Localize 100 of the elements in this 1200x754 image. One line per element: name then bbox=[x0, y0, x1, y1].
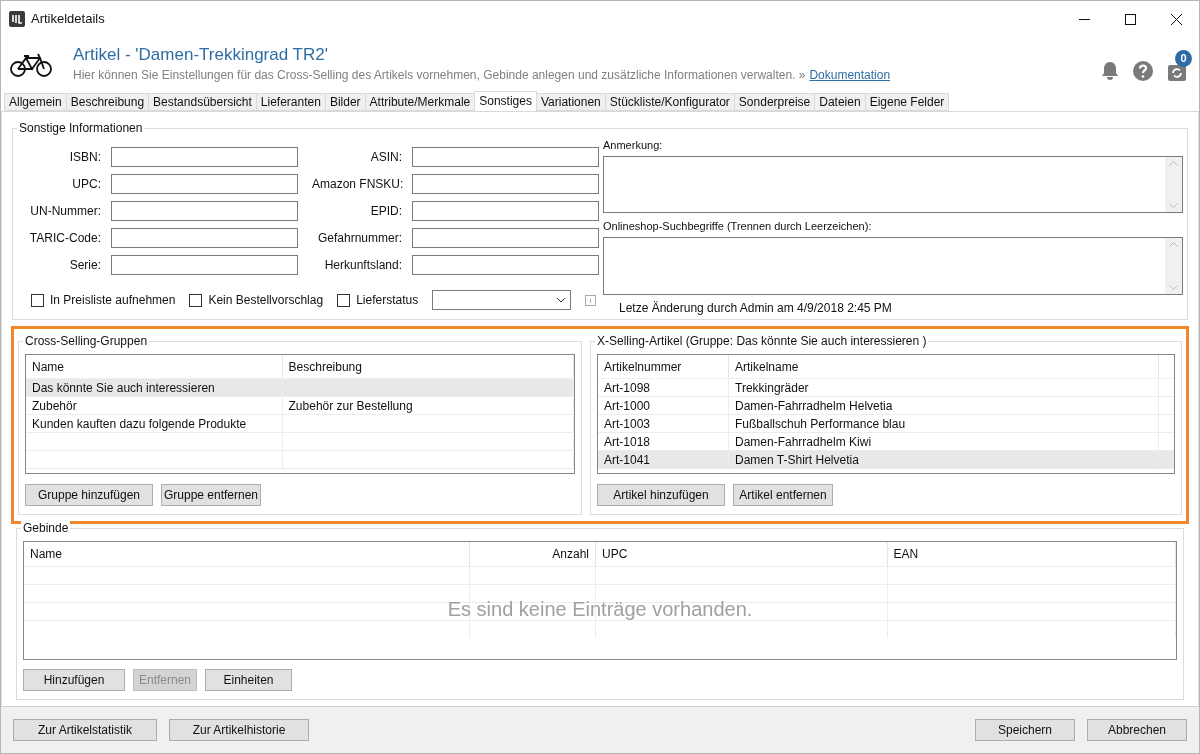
tab[interactable]: Eigene Felder bbox=[864, 93, 950, 111]
column-header[interactable]: EAN bbox=[887, 542, 1176, 566]
table-row[interactable]: Zubehör Zubehör zur Bestellung bbox=[26, 397, 574, 415]
app-logo-icon bbox=[9, 11, 25, 27]
button[interactable]: Artikel hinzufügen bbox=[597, 484, 725, 506]
column-header[interactable]: Name bbox=[26, 355, 283, 378]
column-header[interactable]: Artikelname bbox=[729, 355, 1159, 378]
button[interactable]: Zur Artikelstatistik bbox=[13, 719, 157, 741]
button[interactable]: Hinzufügen bbox=[23, 669, 125, 691]
table-cell-text: Damen-Fahrradhelm Helvetia bbox=[735, 397, 893, 415]
column-header[interactable]: Beschreibung bbox=[282, 355, 574, 378]
table-cell-text: Art-1098 bbox=[604, 379, 651, 397]
button[interactable]: Abbrechen bbox=[1087, 719, 1187, 741]
field-label: UN-Nummer: bbox=[29, 203, 101, 220]
input-field[interactable] bbox=[412, 201, 599, 221]
checkbox-label: In Preisliste aufnehmen bbox=[50, 292, 176, 309]
table-row[interactable]: Art-1000 Damen-Fahrradhelm Helvetia bbox=[598, 397, 1174, 415]
help-icon[interactable] bbox=[1133, 61, 1153, 81]
input-field[interactable] bbox=[412, 147, 599, 167]
tab[interactable]: Variationen bbox=[535, 93, 606, 111]
notification-badge: 0 bbox=[1175, 50, 1192, 67]
column-header[interactable]: Artikelnummer bbox=[598, 355, 729, 378]
field-label: ISBN: bbox=[68, 149, 101, 166]
tab[interactable]: Sonstiges bbox=[474, 91, 537, 111]
table-cell-text: Kunden kauften dazu folgende Produkte bbox=[32, 415, 247, 433]
sync-icon[interactable] bbox=[1167, 62, 1187, 82]
button[interactable]: Artikel entfernen bbox=[733, 484, 833, 506]
table-row[interactable]: Art-1098 Trekkingräder bbox=[598, 379, 1174, 397]
button[interactable]: Zur Artikelhistorie bbox=[169, 719, 309, 741]
input-field[interactable] bbox=[111, 255, 298, 275]
tab[interactable]: Sonderpreise bbox=[733, 93, 816, 111]
input-field[interactable] bbox=[111, 201, 298, 221]
button[interactable]: Gruppe hinzufügen bbox=[25, 484, 153, 506]
table-row[interactable]: Das könnte Sie auch interessieren bbox=[26, 379, 574, 397]
tab[interactable]: Bestandsübersicht bbox=[148, 93, 257, 111]
field-label: ASIN: bbox=[369, 149, 402, 166]
header-description: Hier können Sie Einstellungen für das Cross-Selling des Artikels vornehmen, Gebinde anlegen und zusätzliche Informationen verwalten. » bbox=[73, 67, 806, 84]
input-field[interactable] bbox=[111, 174, 298, 194]
column-header[interactable]: Name bbox=[24, 542, 471, 566]
tab[interactable]: Stückliste/Konfigurator bbox=[604, 93, 735, 111]
field-label: Amazon FNSKU: bbox=[312, 176, 402, 193]
table-row[interactable]: Kunden kauften dazu folgende Produkte bbox=[26, 415, 574, 433]
tab[interactable]: Allgemein bbox=[4, 93, 67, 111]
chevron-down-icon bbox=[556, 297, 567, 303]
field-label: Herkunftsland: bbox=[323, 257, 402, 274]
table-row[interactable]: Art-1003 Fußballschuh Performance blau bbox=[598, 415, 1174, 433]
input-field[interactable] bbox=[111, 228, 298, 248]
table-cell-text: Art-1003 bbox=[604, 415, 651, 433]
table-cell-text: Damen T-Shirt Helvetia bbox=[735, 451, 859, 469]
minimize-icon bbox=[1078, 18, 1090, 20]
column-header[interactable]: UPC bbox=[596, 542, 888, 566]
checkbox-label: Kein Bestellvorschlag bbox=[208, 292, 324, 309]
input-field[interactable] bbox=[111, 147, 298, 167]
checkbox[interactable] bbox=[189, 293, 203, 307]
field-label: EPID: bbox=[369, 203, 402, 220]
input-field[interactable] bbox=[412, 174, 599, 194]
table-row[interactable]: Art-1018 Damen-Fahrradhelm Kiwi bbox=[598, 433, 1174, 451]
bell-icon[interactable] bbox=[1101, 61, 1119, 81]
tab[interactable]: Lieferanten bbox=[255, 93, 326, 111]
field-label: TARIC-Code: bbox=[28, 230, 101, 247]
table-cell-text: Art-1018 bbox=[604, 433, 651, 451]
checkbox[interactable] bbox=[31, 293, 44, 307]
input-field[interactable] bbox=[412, 228, 599, 248]
input-field[interactable] bbox=[412, 255, 599, 275]
column-header[interactable]: Anzahl bbox=[470, 542, 596, 566]
group-title: X-Selling-Artikel (Gruppe: Das könnte Sie auch interessieren ) bbox=[595, 333, 929, 349]
field-label: Onlineshop-Suchbegriffe (Trennen durch Leerzeichen): bbox=[603, 219, 873, 233]
field-label: Gefahrnummer: bbox=[316, 230, 402, 247]
table-cell-text: Damen-Fahrradhelm Kiwi bbox=[735, 433, 872, 451]
table-cell-text: Zubehör zur Bestellung bbox=[288, 397, 413, 415]
info-icon[interactable] bbox=[585, 294, 597, 306]
tab[interactable]: Bilder bbox=[324, 93, 366, 111]
checkbox-label: Lieferstatus bbox=[356, 292, 419, 309]
table-cell-text: Das könnte Sie auch interessieren bbox=[32, 379, 215, 397]
status-dropdown[interactable] bbox=[432, 290, 572, 310]
table-cell-text: Art-1000 bbox=[604, 397, 651, 415]
documentation-link[interactable]: Dokumentation bbox=[809, 66, 891, 84]
button[interactable]: Speichern bbox=[975, 719, 1075, 741]
group-title: Sonstige Informationen bbox=[17, 120, 145, 136]
checkbox[interactable] bbox=[337, 293, 351, 307]
last-change-text: Letze Änderung durch Admin am 4/9/2018 2:45 PM bbox=[619, 300, 893, 317]
tab[interactable]: Beschreibung bbox=[65, 93, 150, 111]
empty-message: Es sind keine Einträge vorhanden. bbox=[446, 597, 754, 621]
field-label: UPC: bbox=[71, 176, 101, 193]
button[interactable]: Einheiten bbox=[205, 669, 292, 691]
table-cell-text: Trekkingräder bbox=[735, 379, 809, 397]
table-row[interactable]: Art-1041 Damen T-Shirt Helvetia bbox=[598, 451, 1174, 469]
button[interactable]: Gruppe entfernen bbox=[161, 484, 261, 506]
tab[interactable]: Dateien bbox=[814, 93, 866, 111]
table-cell-text: Zubehör bbox=[32, 397, 77, 415]
window-title: Artikeldetails bbox=[31, 10, 105, 29]
table-cell-text: Fußballschuh Performance blau bbox=[735, 415, 906, 433]
table-cell-text: Art-1041 bbox=[604, 451, 651, 469]
field-label: Serie: bbox=[68, 257, 101, 274]
field-label: Anmerkung: bbox=[603, 138, 664, 152]
maximize-icon bbox=[1124, 13, 1136, 25]
tab[interactable]: Attribute/Merkmale bbox=[364, 93, 476, 111]
close-icon bbox=[1170, 13, 1182, 25]
article-title: Artikel - 'Damen-Trekkingrad TR2' bbox=[73, 44, 329, 66]
group-title: Cross-Selling-Gruppen bbox=[23, 333, 150, 349]
